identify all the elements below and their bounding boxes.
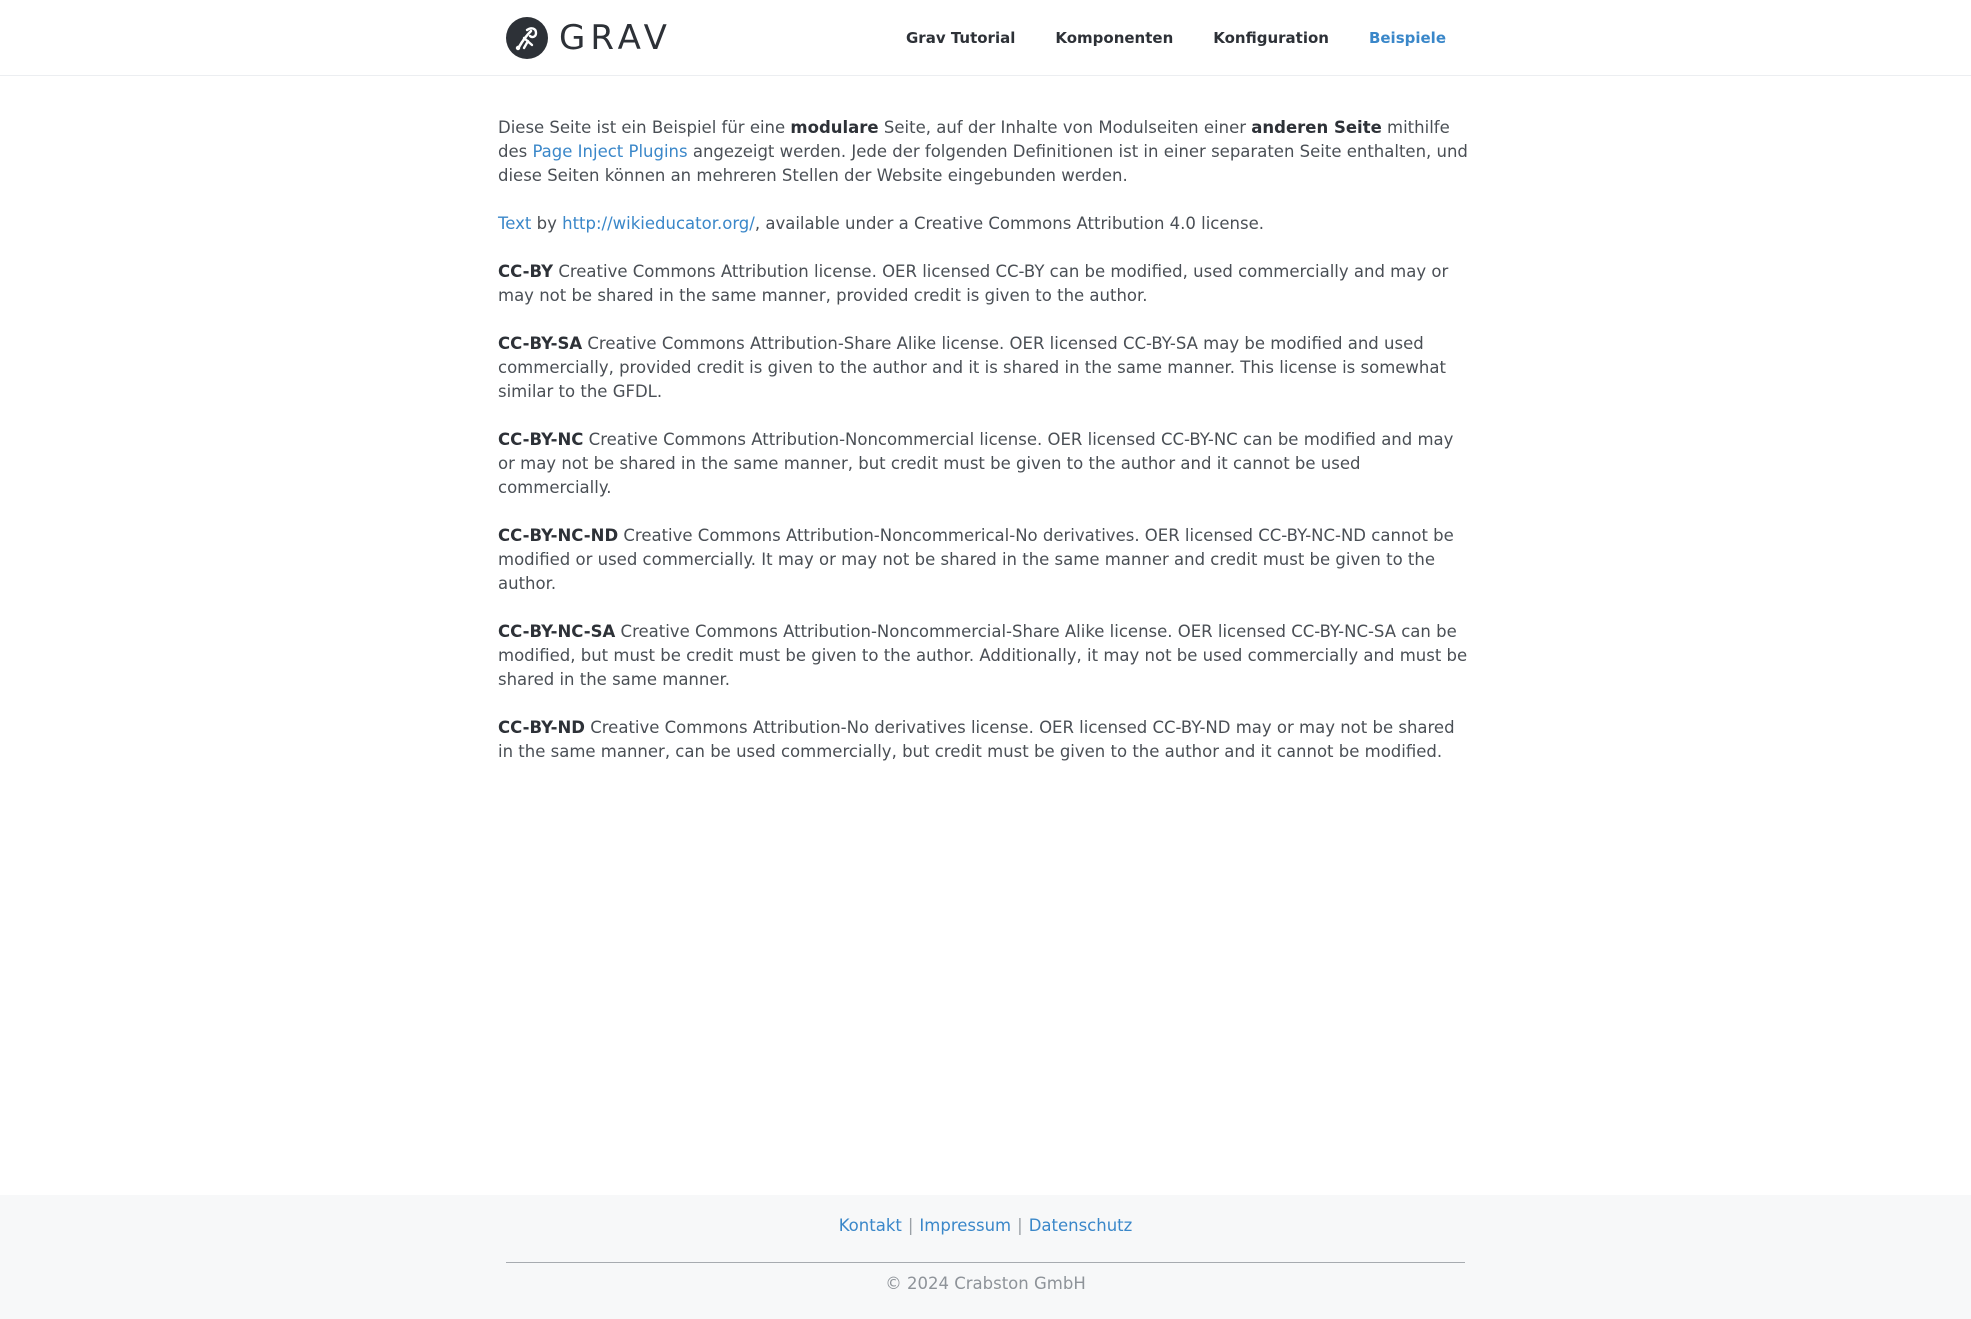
intro-paragraph: Diese Seite ist ein Beispiel für eine mo…: [498, 116, 1473, 188]
attribution-paragraph: Text by http://wikieducator.org/, availa…: [498, 212, 1473, 236]
license-cc-by-nc: CC-BY-NC Creative Commons Attribution-No…: [498, 428, 1473, 500]
footer-separator: |: [1017, 1216, 1023, 1235]
intro-text-2: Seite, auf der Inhalte von Modulseiten e…: [878, 118, 1252, 137]
license-description: Creative Commons Attribution-Noncommeric…: [498, 526, 1454, 593]
logo-wordmark: GRAV: [559, 18, 672, 58]
license-cc-by-nd: CC-BY-ND Creative Commons Attribution-No…: [498, 716, 1473, 764]
license-description: Creative Commons Attribution license. OE…: [498, 262, 1449, 305]
footer-link-datenschutz[interactable]: Datenschutz: [1029, 1216, 1133, 1235]
page-inject-plugins-link[interactable]: Page Inject Plugins: [532, 142, 687, 161]
attribution-rest: , available under a Creative Commons Att…: [754, 214, 1264, 233]
main-content: Diese Seite ist ein Beispiel für eine mo…: [498, 116, 1473, 788]
footer-link-kontakt[interactable]: Kontakt: [839, 1216, 902, 1235]
footer-divider: [506, 1262, 1465, 1263]
license-cc-by: CC-BY Creative Commons Attribution licen…: [498, 260, 1473, 308]
site-footer: Kontakt | Impressum | Datenschutz © 2024 Cra…: [0, 1195, 1971, 1319]
main-nav: Grav Tutorial Komponenten Konfiguration …: [866, 0, 1446, 76]
copyright-text: © 2024 Crabston GmbH: [885, 1274, 1086, 1293]
intro-bold-modulare: modulare: [790, 118, 879, 137]
license-cc-by-sa: CC-BY-SA Creative Commons Attribution-Sh…: [498, 332, 1473, 404]
license-cc-by-nc-nd: CC-BY-NC-ND Creative Commons Attribution…: [498, 524, 1473, 596]
footer-separator: |: [907, 1216, 914, 1235]
license-description: Creative Commons Attribution-Share Alike…: [498, 334, 1446, 401]
site-header: GRAV Grav Tutorial Komponenten Konfigura…: [0, 0, 1971, 76]
license-code: CC-BY-SA: [498, 334, 583, 353]
license-code: CC-BY: [498, 262, 554, 281]
license-description: Creative Commons Attribution-Noncommerci…: [498, 430, 1454, 497]
license-description: Creative Commons Attribution-No derivati…: [498, 718, 1455, 761]
text-link[interactable]: Text: [498, 214, 531, 233]
nav-item-beispiele[interactable]: Beispiele: [1369, 29, 1446, 47]
footer-links: Kontakt | Impressum | Datenschutz: [0, 1214, 1971, 1238]
nav-item-grav-tutorial[interactable]: Grav Tutorial: [906, 29, 1015, 47]
license-code: CC-BY-ND: [498, 718, 585, 737]
nav-item-komponenten[interactable]: Komponenten: [1055, 29, 1173, 47]
nav-item-konfiguration[interactable]: Konfiguration: [1213, 29, 1329, 47]
license-code: CC-BY-NC-SA: [498, 622, 616, 641]
license-cc-by-nc-sa: CC-BY-NC-SA Creative Commons Attribution…: [498, 620, 1473, 692]
intro-text-1: Diese Seite ist ein Beispiel für eine: [498, 118, 791, 137]
intro-bold-andere-seite: anderen Seite: [1251, 118, 1382, 137]
attribution-by: by: [531, 214, 563, 233]
license-code: CC-BY-NC-ND: [498, 526, 619, 545]
license-code: CC-BY-NC: [498, 430, 584, 449]
footer-link-impressum[interactable]: Impressum: [919, 1216, 1011, 1235]
wikieducator-link[interactable]: http://wikieducator.org/: [562, 214, 755, 233]
site-logo[interactable]: GRAV: [505, 14, 672, 62]
grav-logo-icon: [506, 17, 548, 59]
license-description: Creative Commons Attribution-Noncommerci…: [498, 622, 1468, 689]
